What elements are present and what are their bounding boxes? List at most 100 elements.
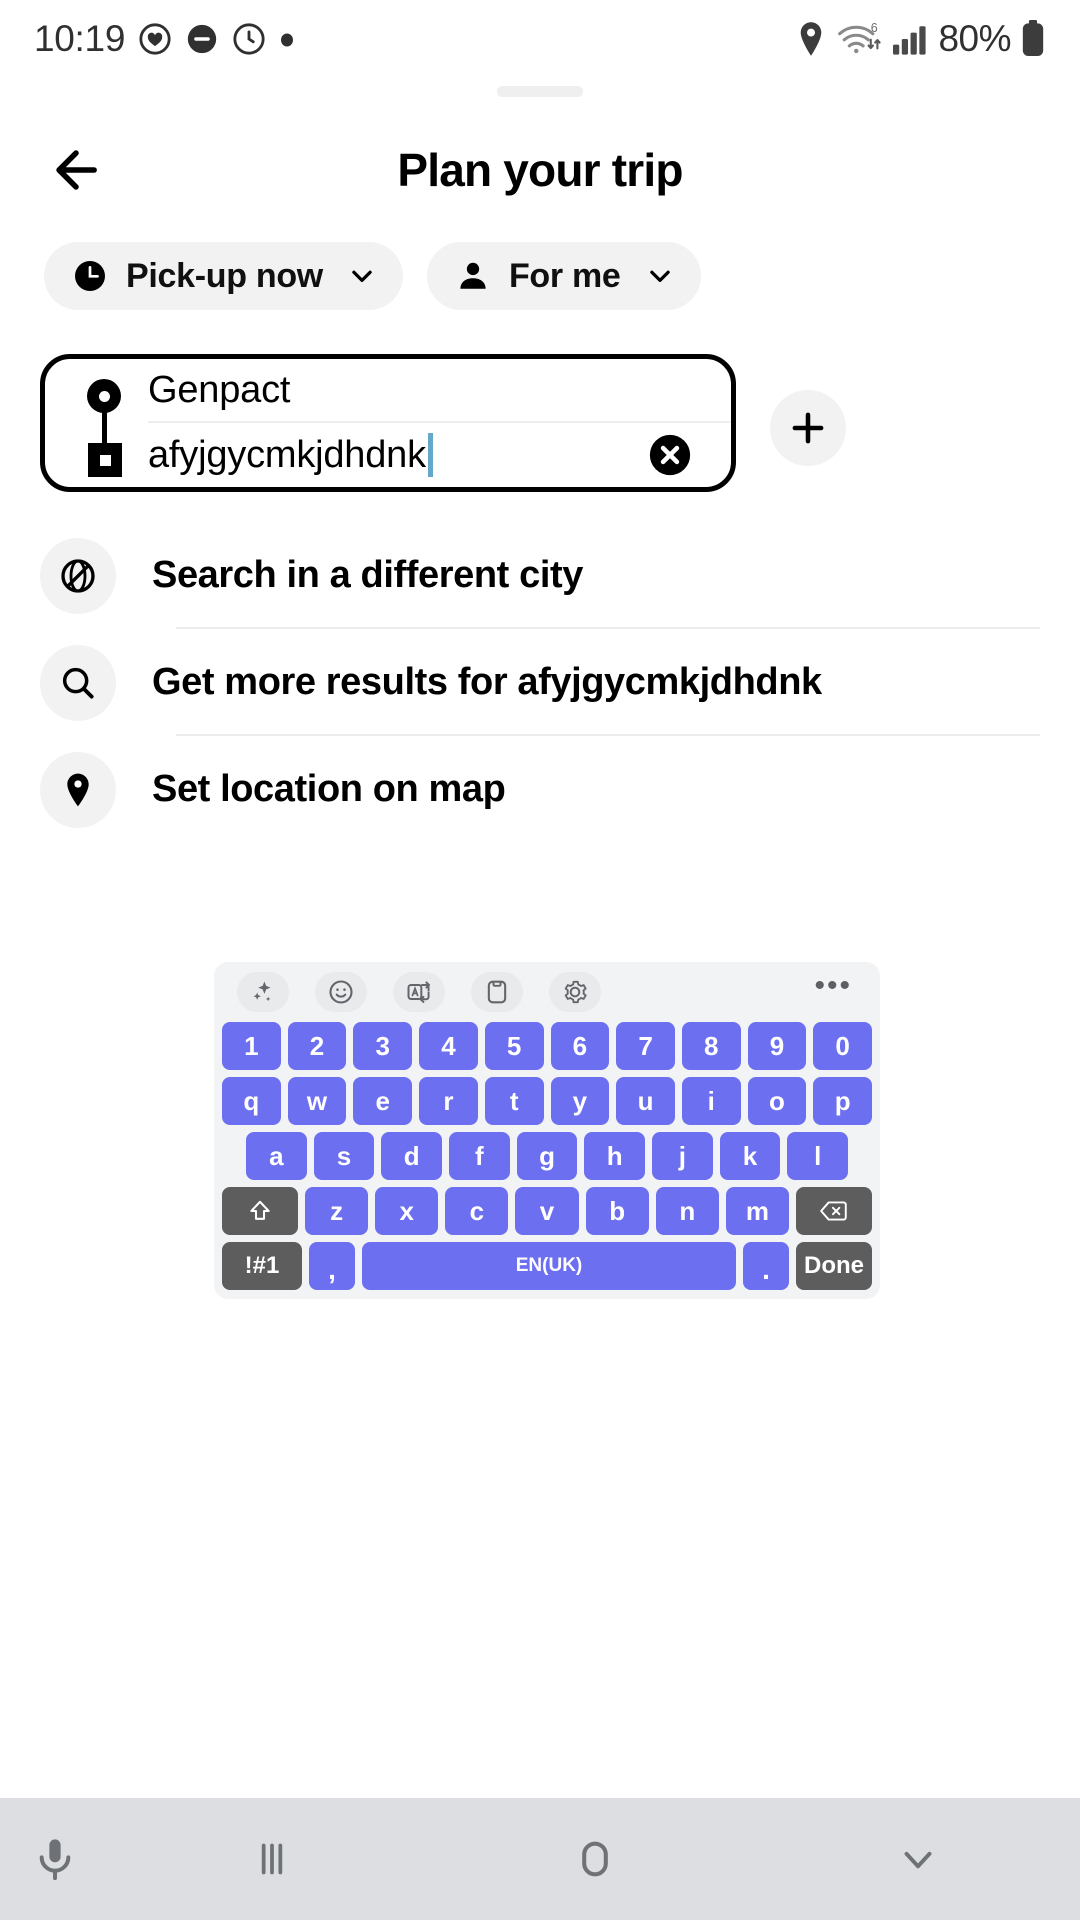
- suggestion-list: Search in a different city Get more resu…: [0, 522, 1080, 843]
- key-e[interactable]: e: [353, 1077, 413, 1125]
- key-h[interactable]: h: [584, 1132, 646, 1180]
- key-o[interactable]: o: [747, 1077, 807, 1125]
- keyboard-tool-translate[interactable]: [390, 970, 448, 1014]
- route-input-card: Genpact afyjgycmkjdhdnk: [40, 354, 736, 492]
- map-pin-icon: [40, 751, 116, 828]
- key-backspace[interactable]: [795, 1187, 872, 1235]
- key-j[interactable]: j: [652, 1132, 713, 1180]
- key-shift[interactable]: [222, 1187, 298, 1235]
- dot-icon: [279, 22, 295, 56]
- chevron-down-icon: [645, 261, 675, 291]
- origin-input[interactable]: Genpact: [148, 359, 731, 423]
- key-u[interactable]: u: [616, 1077, 675, 1125]
- key-g[interactable]: g: [516, 1132, 578, 1180]
- key-m[interactable]: m: [725, 1187, 789, 1235]
- battery-percent: 80%: [938, 18, 1011, 59]
- key-k[interactable]: k: [719, 1132, 781, 1180]
- chip-pickup-time[interactable]: Pick-up now: [44, 242, 403, 310]
- key-0[interactable]: 0: [813, 1022, 873, 1070]
- key-l[interactable]: l: [787, 1132, 849, 1180]
- translate-icon: [393, 972, 445, 1012]
- hide-keyboard-chevron-icon: [893, 1834, 943, 1884]
- plus-icon: [787, 407, 829, 449]
- chip-rider[interactable]: For me: [426, 242, 701, 310]
- key-x[interactable]: x: [375, 1187, 439, 1235]
- back-arrow-icon: [47, 141, 105, 199]
- sparkle-ai-icon: [237, 972, 289, 1012]
- key-z[interactable]: z: [305, 1187, 369, 1235]
- back-button[interactable]: [40, 134, 112, 206]
- key-8[interactable]: 8: [681, 1022, 741, 1070]
- origin-dot-icon: [87, 379, 121, 413]
- nav-hide-keyboard-button[interactable]: [757, 1834, 1080, 1884]
- nav-microphone-button[interactable]: [0, 1834, 110, 1884]
- key-f[interactable]: f: [449, 1132, 510, 1180]
- suggestion-label: Get more results for afyjgycmkjdhdnk: [152, 661, 822, 703]
- key-3[interactable]: 3: [353, 1022, 413, 1070]
- keyboard-tool-settings[interactable]: [546, 970, 604, 1014]
- key-5[interactable]: 5: [484, 1022, 544, 1070]
- key-4[interactable]: 4: [419, 1022, 478, 1070]
- key-2[interactable]: 2: [287, 1022, 347, 1070]
- key-period[interactable]: .: [743, 1242, 789, 1290]
- key-s[interactable]: s: [313, 1132, 375, 1180]
- suggestion-set-location-on-map[interactable]: Set location on map: [0, 736, 1080, 843]
- add-stop-button[interactable]: [770, 390, 846, 466]
- key-t[interactable]: t: [484, 1077, 544, 1125]
- keyboard-tool-clipboard[interactable]: [468, 970, 526, 1014]
- key-comma[interactable]: ,: [309, 1242, 355, 1290]
- clear-destination-button[interactable]: [647, 432, 693, 478]
- key-7[interactable]: 7: [616, 1022, 675, 1070]
- key-6[interactable]: 6: [550, 1022, 610, 1070]
- key-w[interactable]: w: [287, 1077, 347, 1125]
- key-1[interactable]: 1: [221, 1022, 281, 1070]
- globe-crossed-icon: [40, 537, 116, 614]
- key-r[interactable]: r: [419, 1077, 478, 1125]
- keyboard-row-bottom: !#1 , EN(UK) . Done: [222, 1242, 872, 1290]
- origin-input-value: Genpact: [148, 368, 291, 411]
- route-rail: [87, 379, 122, 477]
- status-time: 10:19: [34, 18, 126, 59]
- chip-pickup-time-label: Pick-up now: [126, 256, 323, 295]
- nav-recents-button[interactable]: [110, 1834, 433, 1884]
- microphone-icon: [30, 1834, 80, 1884]
- key-v[interactable]: v: [515, 1187, 579, 1235]
- clear-x-icon: [647, 432, 693, 478]
- signal-bars-icon: [891, 22, 929, 56]
- status-bar-left: 10:19: [34, 18, 295, 60]
- destination-square-icon: [88, 443, 122, 477]
- gear-icon: [549, 972, 601, 1012]
- key-y[interactable]: y: [550, 1077, 610, 1125]
- key-done[interactable]: Done: [796, 1242, 872, 1290]
- trip-options-chips: Pick-up now For me: [44, 242, 701, 310]
- keyboard-tool-more-button[interactable]: •••: [814, 971, 852, 1003]
- key-i[interactable]: i: [681, 1077, 741, 1125]
- sheet-grabber[interactable]: [497, 86, 583, 97]
- suggestion-label: Search in a different city: [152, 554, 583, 596]
- wifi-6-icon: 6: [836, 21, 882, 57]
- key-q[interactable]: q: [221, 1077, 281, 1125]
- destination-input-value: afyjgycmkjdhdnk: [148, 433, 433, 477]
- battery-icon: [1020, 20, 1046, 58]
- heart-in-circle-icon: [138, 22, 172, 56]
- destination-input[interactable]: afyjgycmkjdhdnk: [148, 423, 731, 487]
- backspace-icon: [819, 1198, 849, 1224]
- key-a[interactable]: a: [245, 1132, 307, 1180]
- key-n[interactable]: n: [655, 1187, 719, 1235]
- keyboard-tool-emoji[interactable]: [312, 970, 370, 1014]
- key-symbols[interactable]: !#1: [222, 1242, 302, 1290]
- key-d[interactable]: d: [381, 1132, 442, 1180]
- key-9[interactable]: 9: [747, 1022, 807, 1070]
- key-c[interactable]: c: [445, 1187, 509, 1235]
- key-space[interactable]: EN(UK): [362, 1242, 736, 1290]
- status-bar-right: 6 80%: [795, 18, 1046, 60]
- suggestion-get-more-results[interactable]: Get more results for afyjgycmkjdhdnk: [0, 629, 1080, 736]
- key-b[interactable]: b: [585, 1187, 649, 1235]
- suggestion-search-different-city[interactable]: Search in a different city: [0, 522, 1080, 629]
- keyboard-tool-ai[interactable]: [234, 970, 292, 1014]
- key-p[interactable]: p: [813, 1077, 873, 1125]
- app-sheet: Plan your trip Pick-up now For me Genpac…: [0, 70, 1080, 1795]
- home-icon: [568, 1832, 622, 1886]
- nav-home-button[interactable]: [433, 1832, 756, 1886]
- recents-icon: [247, 1834, 297, 1884]
